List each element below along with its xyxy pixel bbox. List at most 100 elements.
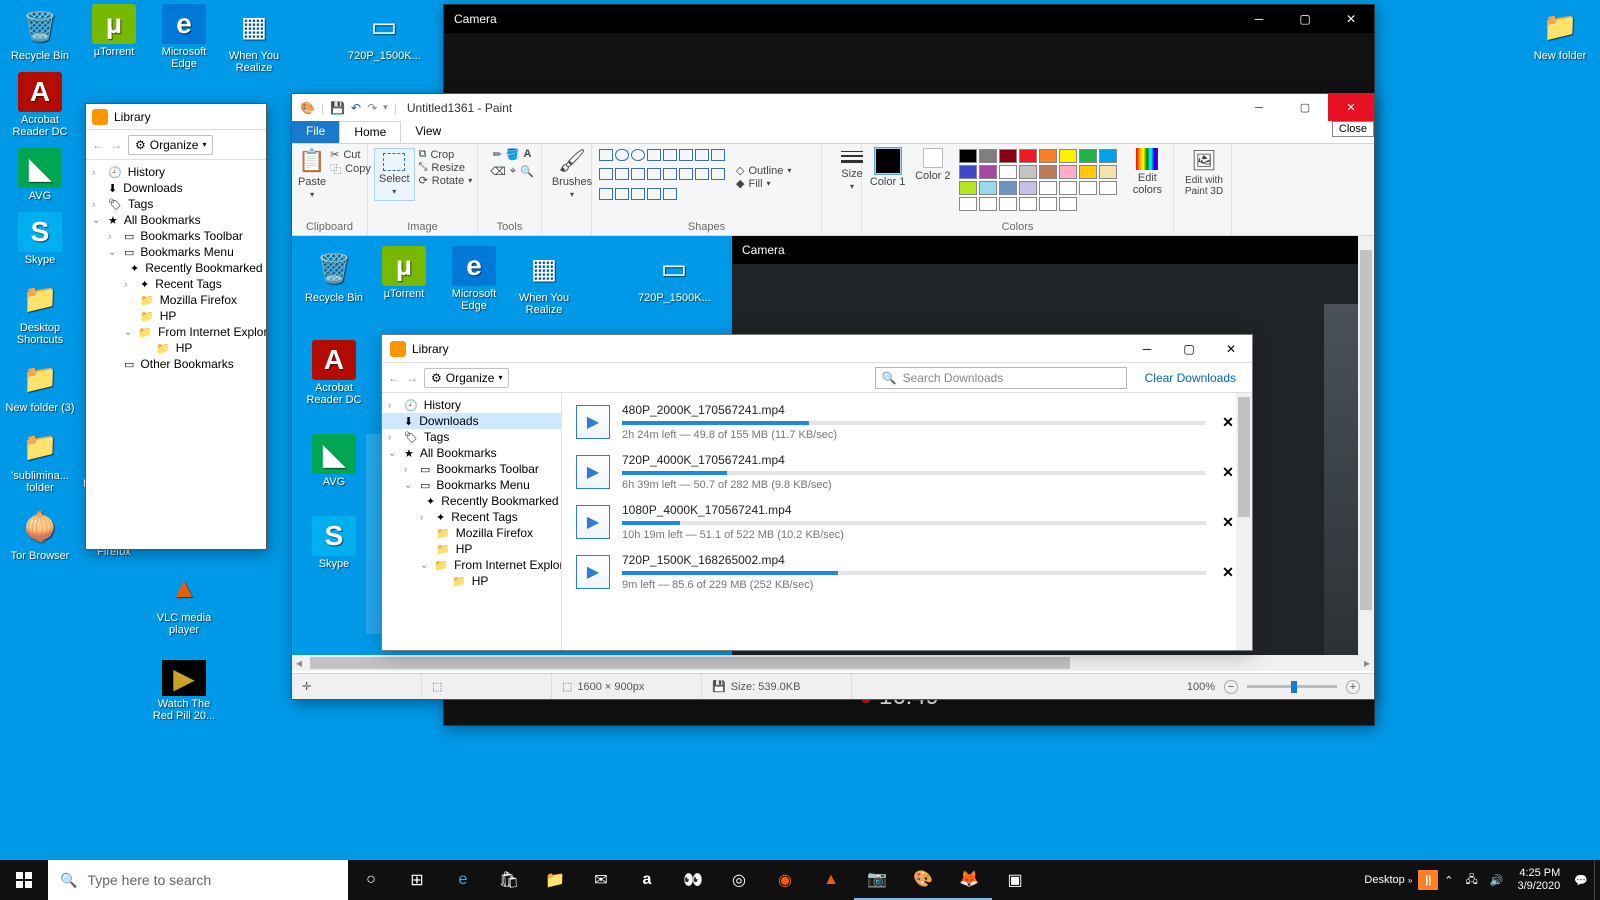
tree-node[interactable]: ›▭Bookmarks Toolbar <box>86 228 266 244</box>
paint-titlebar[interactable]: 🎨 | 💾 ↶ ↷ ▾ | Untitled1361 - Paint ─ ▢ ✕ <box>292 94 1374 121</box>
tb-app3[interactable]: ▣ <box>992 860 1038 900</box>
color-swatch[interactable] <box>1059 181 1077 195</box>
tree-node[interactable]: ⌄★All Bookmarks <box>382 445 561 461</box>
crop-button[interactable]: ⧉Crop <box>419 148 473 161</box>
desktop-icon[interactable]: eMicrosoft Edge <box>148 4 220 70</box>
desktop-icon-new-folder[interactable]: 📁 New folder <box>1524 4 1596 62</box>
library1-titlebar[interactable]: Library <box>86 104 266 130</box>
shapes-gallery[interactable] <box>598 148 730 206</box>
download-item[interactable]: ▶ 1080P_4000K_170567241.mp4 10h 19m left… <box>562 497 1252 547</box>
color1-button[interactable]: Color 1 <box>868 148 907 188</box>
color-swatch[interactable] <box>1039 181 1057 195</box>
desktop-icon[interactable]: eMicrosoft Edge <box>438 246 510 312</box>
tree-node[interactable]: ⌄★All Bookmarks <box>86 212 266 228</box>
tb-amazon[interactable]: a <box>624 860 670 900</box>
maximize-button[interactable]: ▢ <box>1282 94 1328 121</box>
cut-button[interactable]: ✂Cut <box>330 148 371 161</box>
color-swatch[interactable] <box>979 149 997 163</box>
tray-app-icon[interactable]: || <box>1418 870 1438 890</box>
downloads-scrollbar[interactable] <box>1236 393 1252 650</box>
color-swatch[interactable] <box>1079 165 1097 179</box>
maximize-button[interactable]: ▢ <box>1168 335 1210 363</box>
canvas-vscrollbar[interactable] <box>1358 236 1374 671</box>
download-item[interactable]: ▶ 720P_1500K_168265002.mp4 9m left — 85.… <box>562 547 1252 597</box>
tree-twisty-icon[interactable]: › <box>108 231 118 242</box>
edit-colors-button[interactable]: Edit colors <box>1128 148 1167 196</box>
close-button[interactable]: ✕ <box>1328 5 1374 33</box>
camera-titlebar[interactable]: Camera ─ ▢ ✕ <box>444 5 1374 33</box>
desktop-icon[interactable]: ▦When You Realize <box>218 4 290 74</box>
desktop-icon[interactable]: 📁'sublimina... folder <box>4 424 76 494</box>
download-cancel-button[interactable]: ✕ <box>1218 412 1238 432</box>
color-swatch[interactable] <box>1099 149 1117 163</box>
tree-node[interactable]: 📁HP <box>382 573 561 589</box>
tree-node[interactable]: ⬇Downloads <box>86 180 266 196</box>
desktop-icon-vlc[interactable]: ▲ VLC media player <box>148 566 220 636</box>
tree-twisty-icon[interactable]: › <box>388 400 398 411</box>
tb-camera[interactable]: 📷 <box>854 860 900 900</box>
color-swatch[interactable] <box>1079 149 1097 163</box>
search-downloads-input[interactable]: 🔍 Search Downloads <box>875 367 1127 389</box>
color-swatch[interactable] <box>1039 149 1057 163</box>
tb-store[interactable]: 🛍 <box>486 860 532 900</box>
zoom-in-button[interactable]: + <box>1346 680 1360 694</box>
fill-tool-icon[interactable]: 🪣 <box>506 148 520 161</box>
tb-edge[interactable]: e <box>440 860 486 900</box>
download-item[interactable]: ▶ 480P_2000K_170567241.mp4 2h 24m left —… <box>562 397 1252 447</box>
zoom-out-button[interactable]: − <box>1224 680 1238 694</box>
undo-icon[interactable]: ↶ <box>351 101 361 115</box>
task-view-button[interactable]: ⊞ <box>394 860 440 900</box>
tree-node[interactable]: ›▭Bookmarks Toolbar <box>382 461 561 477</box>
color-swatch[interactable] <box>1059 149 1077 163</box>
tree-node[interactable]: ⬇Downloads <box>382 413 561 429</box>
tree-node[interactable]: ⌄▭Bookmarks Menu <box>382 477 561 493</box>
desktop-icon[interactable]: µµTorrent <box>78 4 150 58</box>
color2-button[interactable]: Color 2 <box>913 148 952 182</box>
tab-home[interactable]: Home <box>339 121 401 143</box>
tree-twisty-icon[interactable]: ⌄ <box>388 448 398 459</box>
download-cancel-button[interactable]: ✕ <box>1218 462 1238 482</box>
start-button[interactable] <box>0 860 48 900</box>
tree-twisty-icon[interactable]: › <box>124 279 134 290</box>
tree-node[interactable]: ›🏷Tags <box>86 196 266 212</box>
minimize-button[interactable]: ─ <box>1236 94 1282 121</box>
tree-twisty-icon[interactable]: ⌄ <box>92 215 102 226</box>
color-swatch[interactable] <box>979 197 997 211</box>
minimize-button[interactable]: ─ <box>1126 335 1168 363</box>
tree-node[interactable]: ⌄📁From Internet Explorer <box>86 324 266 340</box>
tree-twisty-icon[interactable]: › <box>404 464 414 475</box>
desktop-icon[interactable]: SSkype <box>4 212 76 266</box>
download-cancel-button[interactable]: ✕ <box>1218 512 1238 532</box>
color-swatch[interactable] <box>1019 181 1037 195</box>
color-swatch[interactable] <box>1019 165 1037 179</box>
desktop-icon[interactable]: ▭720P_1500K... <box>348 4 420 62</box>
desktop-icon[interactable]: ◣AVG <box>4 148 76 202</box>
color-swatch[interactable] <box>959 197 977 211</box>
color-palette[interactable] <box>958 148 1121 212</box>
color-swatch[interactable] <box>979 165 997 179</box>
tree-node[interactable]: ⌄▭Bookmarks Menu <box>86 244 266 260</box>
desktop-icon[interactable]: 📁New folder (3) <box>4 356 76 414</box>
color-swatch[interactable] <box>999 165 1017 179</box>
tree-node[interactable]: 📁HP <box>382 541 561 557</box>
desktop-icon[interactable]: ◣AVG <box>298 434 370 488</box>
tray-volume-icon[interactable]: 🔊 <box>1484 874 1510 887</box>
color-swatch[interactable] <box>999 197 1017 211</box>
color-swatch[interactable] <box>959 165 977 179</box>
color-swatch[interactable] <box>1019 197 1037 211</box>
eraser-tool-icon[interactable]: ⌫ <box>490 165 506 178</box>
clear-downloads-link[interactable]: Clear Downloads <box>1145 371 1236 385</box>
tree-node[interactable]: ✦Recently Bookmarked <box>382 493 561 509</box>
tree-node[interactable]: ▭Other Bookmarks <box>86 356 266 372</box>
tb-tripadvisor[interactable]: 👀 <box>670 860 716 900</box>
tree-twisty-icon[interactable]: › <box>388 432 398 443</box>
desktop-icon[interactable]: 🗑️Recycle Bin <box>298 246 370 304</box>
back-button[interactable]: ← <box>388 371 400 385</box>
toolbar-desktop[interactable]: Desktop » <box>1358 874 1418 886</box>
canvas-hscrollbar[interactable]: ◂ ▸ <box>292 655 1374 671</box>
tb-paint[interactable]: 🎨 <box>900 860 946 900</box>
tree-node[interactable]: ›🏷Tags <box>382 429 561 445</box>
desktop-icon[interactable]: ▦When You Realize <box>508 246 580 316</box>
tab-file[interactable]: File <box>292 121 339 143</box>
tb-app2[interactable]: ◉ <box>762 860 808 900</box>
